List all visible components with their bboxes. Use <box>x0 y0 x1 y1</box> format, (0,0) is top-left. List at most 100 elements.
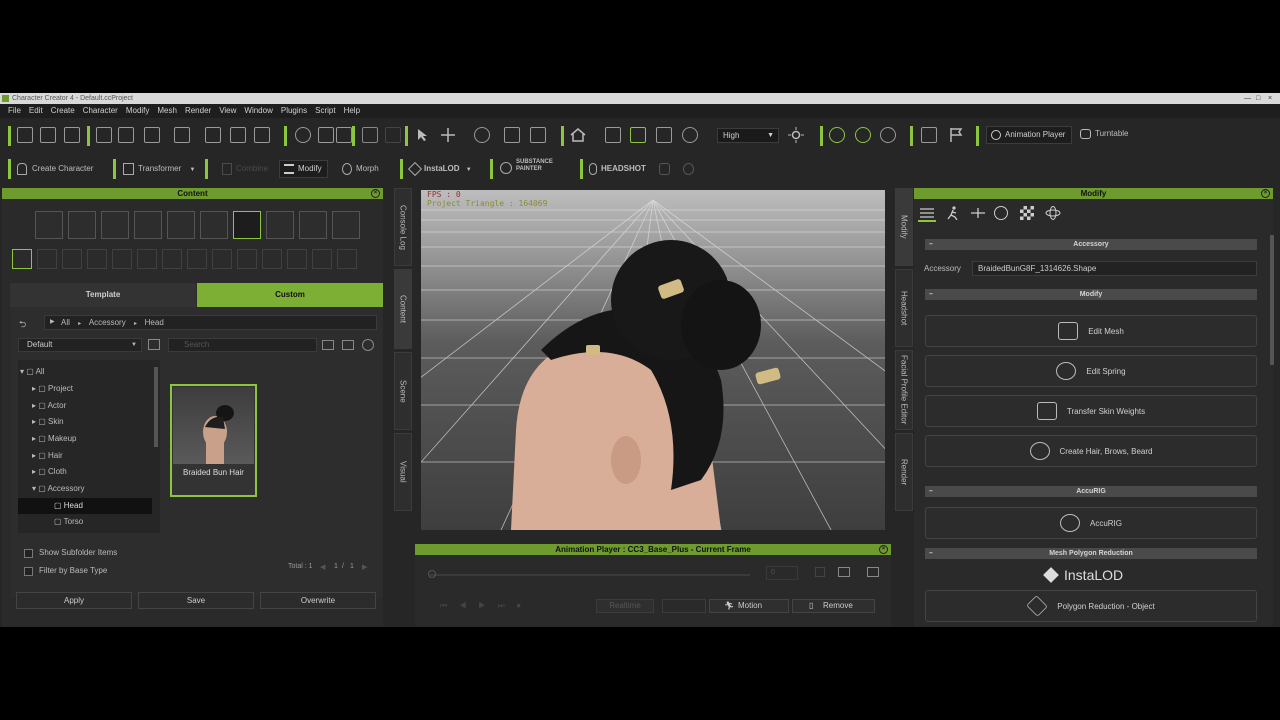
export-icon[interactable] <box>254 127 270 143</box>
import-icon[interactable] <box>96 127 112 143</box>
frame-input[interactable]: 0 <box>766 566 798 580</box>
accurig-button[interactable]: AccuRIG <box>925 507 1257 539</box>
export-usd-icon[interactable] <box>205 127 221 143</box>
category-project-icon[interactable] <box>35 211 63 239</box>
mesh-reduction-section-header[interactable]: – Mesh Polygon Reduction <box>925 548 1257 559</box>
align-icon[interactable] <box>530 127 546 143</box>
pose-tool-icon[interactable] <box>921 127 937 143</box>
import-obj-icon[interactable] <box>118 127 134 143</box>
tab-custom[interactable]: Custom <box>197 283 383 307</box>
menu-help[interactable]: Help <box>340 104 364 118</box>
move-icon[interactable] <box>440 127 456 143</box>
folder-search-icon[interactable] <box>148 339 160 350</box>
tree-item-hair[interactable]: ▸ ▢ Hair <box>32 448 63 464</box>
tree-item-accessory[interactable]: ▾ ▢ Accessory <box>32 481 84 497</box>
home-icon[interactable] <box>570 127 586 143</box>
light-icon[interactable] <box>788 127 804 143</box>
key-icon[interactable] <box>815 567 825 577</box>
category-cloth-icon[interactable] <box>200 211 228 239</box>
back-icon[interactable]: ⮌ <box>19 317 26 333</box>
menu-render[interactable]: Render <box>181 104 215 118</box>
timeline-slider[interactable] <box>430 574 750 576</box>
fit-icon[interactable] <box>656 127 672 143</box>
accessory-select[interactable]: BraidedBunG8F_1314626.Shape <box>972 261 1257 276</box>
swap-icon[interactable] <box>342 340 354 350</box>
remove-button[interactable]: ▯ Remove <box>792 599 875 613</box>
pose-icon[interactable] <box>336 127 352 143</box>
breadcrumb-all[interactable]: All <box>61 318 70 327</box>
edit-mesh-button[interactable]: Edit Mesh <box>925 315 1257 347</box>
category-skin-icon[interactable] <box>101 211 129 239</box>
face-icon[interactable] <box>682 127 698 143</box>
content-item-braided-bun-hair[interactable]: Braided Bun Hair <box>170 384 257 497</box>
filter-base-checkbox[interactable] <box>24 567 33 576</box>
minimize-icon[interactable]: — <box>1244 93 1251 104</box>
tab-template[interactable]: Template <box>10 283 196 307</box>
atom-tab-icon[interactable] <box>1045 206 1061 220</box>
material-tab-icon[interactable] <box>1020 206 1034 220</box>
breadcrumb-head[interactable]: Head <box>145 318 164 327</box>
menu-edit[interactable]: Edit <box>25 104 47 118</box>
turntable-button[interactable]: Turntable <box>1080 127 1129 141</box>
motion-button[interactable]: 🏃︎ Motion <box>709 599 789 613</box>
subcategory-head-icon[interactable] <box>12 249 32 269</box>
transport-controls[interactable]: ⏮◀▶⏭⏹ <box>440 601 533 611</box>
accurig-section-header[interactable]: – AccuRIG <box>925 486 1257 497</box>
tree-item-actor[interactable]: ▸ ▢ Actor <box>32 398 66 414</box>
tab-visual[interactable]: Visual <box>394 433 412 511</box>
import-usd-icon[interactable] <box>174 127 190 143</box>
transfer-skin-weights-button[interactable]: Transfer Skin Weights <box>925 395 1257 427</box>
rotate-icon[interactable] <box>474 127 490 143</box>
save-icon[interactable] <box>64 127 80 143</box>
prev-page-icon[interactable]: ◀ <box>320 563 325 571</box>
overwrite-button[interactable]: Overwrite <box>260 592 376 609</box>
render-icon[interactable] <box>295 127 311 143</box>
tree-item-cloth[interactable]: ▸ ▢ Cloth <box>32 464 67 480</box>
subcategory-hanger-icon[interactable] <box>112 249 132 269</box>
pose-tab-icon[interactable] <box>970 206 986 220</box>
modify-sliders-tab-icon[interactable] <box>918 205 936 222</box>
headshot-tool-icon[interactable] <box>659 163 670 175</box>
apply-button[interactable]: Apply <box>16 592 132 609</box>
tshirt-icon[interactable] <box>318 127 334 143</box>
create-character-button[interactable]: Create Character <box>17 162 93 176</box>
tab-scene[interactable]: Scene <box>394 352 412 430</box>
category-accessory-icon[interactable] <box>233 211 261 239</box>
close-icon[interactable]: × <box>1261 189 1270 198</box>
create-hair-button[interactable]: Create Hair, Brows, Beard <box>925 435 1257 467</box>
spring-icon[interactable] <box>855 127 871 143</box>
menu-window[interactable]: Window <box>240 104 276 118</box>
head-icon[interactable] <box>683 163 694 175</box>
window-icon[interactable] <box>867 567 879 577</box>
substance-painter-button[interactable]: SUBSTANCE PAINTER <box>500 159 562 174</box>
category-makeup-icon[interactable] <box>134 211 162 239</box>
accessory-section-header[interactable]: – Accessory <box>925 239 1257 250</box>
filter-select[interactable]: Default ▼ <box>18 338 142 352</box>
save-button[interactable]: Save <box>138 592 254 609</box>
3d-viewport[interactable]: FPS : 0 Project Triangle : 164069 <box>421 190 885 530</box>
open-folder-icon[interactable] <box>40 127 56 143</box>
category-hair-icon[interactable] <box>167 211 195 239</box>
modify-section-header[interactable]: – Modify <box>925 289 1257 300</box>
close-icon[interactable]: × <box>1268 93 1272 104</box>
speed-select[interactable] <box>662 599 706 613</box>
new-file-icon[interactable] <box>17 127 33 143</box>
maximize-icon[interactable]: □ <box>1256 93 1260 104</box>
filter-icon[interactable] <box>322 340 334 350</box>
tree-item-project[interactable]: ▸ ▢ Project <box>32 381 73 397</box>
morph-button[interactable]: Morph <box>342 162 379 176</box>
instalod-button[interactable]: InstaLOD ▼ <box>407 161 472 177</box>
menu-mesh[interactable]: Mesh <box>153 104 181 118</box>
modify-scrollbar[interactable] <box>1270 235 1274 365</box>
scale-icon[interactable] <box>504 127 520 143</box>
category-scene-icon[interactable] <box>299 211 327 239</box>
physics-icon[interactable] <box>829 127 845 143</box>
menu-plugins[interactable]: Plugins <box>277 104 311 118</box>
polygon-reduction-button[interactable]: Polygon Reduction - Object <box>925 590 1257 622</box>
headshot-button[interactable]: HEADSHOT <box>589 162 646 176</box>
menu-file[interactable]: File <box>4 104 25 118</box>
show-subfolder-checkbox[interactable] <box>24 549 33 558</box>
realtime-select[interactable]: Realtime <box>596 599 654 613</box>
category-actor-icon[interactable] <box>68 211 96 239</box>
menu-script[interactable]: Script <box>311 104 339 118</box>
